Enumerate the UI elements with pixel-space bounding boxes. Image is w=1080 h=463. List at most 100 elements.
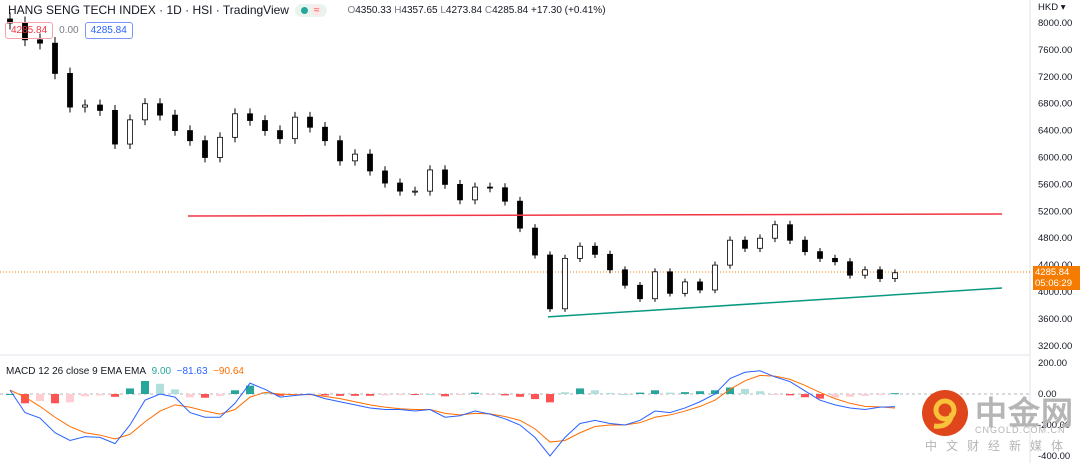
candle-up <box>142 103 148 121</box>
candle-up <box>772 224 778 239</box>
candle-down <box>787 224 793 241</box>
candle-down <box>382 170 388 184</box>
macd-histogram-bar <box>606 393 614 395</box>
macd-histogram-bar <box>546 394 554 403</box>
trendlines <box>187 213 1003 318</box>
value-box-left: 4285.84 <box>5 22 54 39</box>
candle-up <box>217 136 223 158</box>
candle-up <box>862 269 868 276</box>
macd-histogram-bar <box>561 392 569 394</box>
macd-histogram-bar <box>231 390 239 394</box>
candle-up <box>727 239 733 266</box>
macd-histogram-bar <box>861 394 869 396</box>
market-open-dot-icon <box>300 6 308 14</box>
candle-down <box>67 73 73 108</box>
symbol-title[interactable]: HANG SENG TECH INDEX · 1D · HSI · Tradin… <box>8 3 289 17</box>
macd-histogram-bar <box>81 394 89 397</box>
macd-histogram-bar <box>126 388 134 394</box>
candle-down <box>172 114 178 131</box>
candle-down <box>607 253 613 271</box>
macd-histogram-bar <box>411 394 419 395</box>
macd-histogram-bar <box>666 392 674 394</box>
candle-up <box>682 281 688 294</box>
macd-histogram-bar <box>51 394 59 404</box>
price-tick-label: 3600.00 <box>1038 314 1072 325</box>
cngold-logo-icon <box>922 390 968 436</box>
price-tick-label: 7200.00 <box>1038 72 1072 83</box>
macd-histogram-bar <box>741 388 749 394</box>
macd-histogram-bar <box>216 394 224 396</box>
candle-down <box>97 104 103 111</box>
status-pill[interactable]: ≈ <box>294 3 328 17</box>
macd-histogram-bar <box>351 394 359 396</box>
macd-value: −81.63 <box>176 366 208 377</box>
price-tick-label: 6800.00 <box>1038 99 1072 110</box>
ohlc-values: O4350.33 H4357.65 L4273.84 C4285.84 +17.… <box>347 5 605 16</box>
current-price: 4285.84 <box>1035 267 1070 278</box>
price-tick-label: 3200.00 <box>1038 341 1072 352</box>
price-tick-label: 5200.00 <box>1038 206 1072 217</box>
value-boxes: 4285.84 0.00 4285.84 <box>5 22 133 39</box>
macd-histogram-bar <box>756 391 764 394</box>
macd-histogram-bar <box>621 394 629 395</box>
candle-down <box>697 281 703 291</box>
price-tick-label: 4800.00 <box>1038 233 1072 244</box>
price-tick-label: 5600.00 <box>1038 179 1072 190</box>
candle-down <box>157 103 163 116</box>
price-tick-label: 6000.00 <box>1038 153 1072 164</box>
candle-down <box>592 245 598 255</box>
candle-down <box>637 284 643 300</box>
candle-down <box>817 251 823 259</box>
candle-down <box>832 257 838 263</box>
macd-histogram-bar <box>441 394 449 397</box>
macd-histogram-bar <box>66 394 74 403</box>
macd-histogram-bar <box>636 392 644 394</box>
macd-histogram-bar <box>36 394 44 401</box>
candle-down <box>202 140 208 158</box>
macd-histogram-bar <box>156 383 164 394</box>
current-price-badge: 4285.84 05:06:29 <box>1033 266 1080 290</box>
macd-histogram-bar <box>486 394 494 395</box>
candle-down <box>487 186 493 189</box>
currency-label: HKD <box>1038 2 1059 13</box>
candle-up <box>892 272 898 279</box>
currency-selector[interactable]: HKD ▾ <box>1038 2 1065 13</box>
macd-histogram-bar <box>111 394 119 397</box>
macd-histogram-bar <box>651 390 659 394</box>
candle-down <box>502 187 508 202</box>
candle-down <box>277 130 283 140</box>
candle-down <box>367 153 373 172</box>
candle-up <box>427 169 433 192</box>
macd-histogram-bar <box>366 394 374 396</box>
price-tick-label: 8000.00 <box>1038 18 1072 29</box>
value-mid: 0.00 <box>59 25 79 36</box>
macd-histogram-bar <box>891 393 899 395</box>
candle-down <box>877 269 883 279</box>
candle-up <box>352 153 358 162</box>
macd-label: MACD 12 26 close 9 EMA EMA <box>6 366 147 377</box>
price-tick-label: 6400.00 <box>1038 126 1072 137</box>
macd-histogram-bar <box>456 394 464 395</box>
candle-down <box>307 116 313 128</box>
resistance-trendline <box>187 213 1003 217</box>
macd-histogram-bar <box>396 394 404 395</box>
candle-down <box>622 269 628 286</box>
macd-legend[interactable]: MACD 12 26 close 9 EMA EMA 9.00 −81.63 −… <box>6 366 244 377</box>
candle-up <box>757 237 763 249</box>
candle-down <box>187 130 193 142</box>
candle-down <box>397 182 403 192</box>
candle-down <box>337 140 343 162</box>
close-label: C <box>484 4 493 16</box>
price-axis[interactable]: 8000.00 7600.00 7200.00 6800.00 6400.00 6000.… <box>1038 18 1072 352</box>
candle-up <box>712 264 718 291</box>
candle-up <box>412 190 418 193</box>
macd-histogram-bar <box>771 394 779 395</box>
macd-histogram-bar <box>531 394 539 400</box>
high-value: 4357.65 <box>401 4 438 16</box>
macd-histogram-bar <box>426 394 434 395</box>
macd-tick-label: 200.00 <box>1038 358 1067 369</box>
macd-histogram-bar <box>171 389 179 394</box>
macd-pane <box>6 370 899 457</box>
candle-up <box>577 245 583 259</box>
chart-canvas[interactable]: 8000.00 7600.00 7200.00 6800.00 6400.00 6000.… <box>0 0 1080 463</box>
